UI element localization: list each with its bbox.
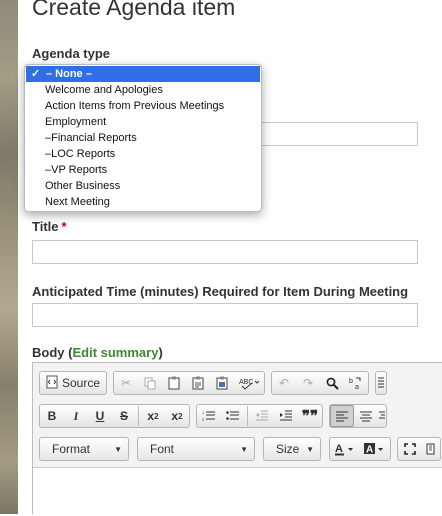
paste-text-icon[interactable] — [186, 372, 210, 394]
paste-icon[interactable] — [162, 372, 186, 394]
replace-icon[interactable]: ba — [344, 372, 368, 394]
more-group — [375, 371, 388, 395]
outdent-icon[interactable] — [250, 405, 274, 427]
svg-text:a: a — [355, 384, 359, 390]
background-photo — [0, 0, 18, 514]
page-title: Create Agenda item — [32, 0, 236, 20]
chevron-down-icon: ▼ — [306, 444, 314, 454]
dropdown-option[interactable]: Next Meeting — [25, 194, 261, 210]
italic-icon[interactable]: I — [64, 405, 88, 427]
text-color-button[interactable]: A — [330, 438, 360, 460]
list-group: 12 ❞❞ — [196, 404, 323, 428]
svg-text:1: 1 — [202, 410, 205, 415]
format-dropdown[interactable]: Format ▼ — [39, 437, 129, 461]
agenda-type-label: Agenda type — [32, 46, 111, 61]
dropdown-option[interactable]: –Financial Reports — [25, 130, 261, 146]
chevron-down-icon: ▼ — [240, 444, 248, 454]
toolbar-row-2: B I U S x2 x2 12 ❞❞ — [39, 403, 387, 429]
font-dropdown[interactable]: Font ▼ — [137, 437, 255, 461]
paste-word-icon[interactable] — [210, 372, 234, 394]
copy-icon[interactable] — [138, 372, 162, 394]
background-color-button[interactable]: A — [360, 438, 390, 460]
source-icon — [46, 375, 58, 392]
size-label: Size — [276, 442, 300, 456]
undo-icon[interactable]: ↶ — [272, 372, 296, 394]
separator — [138, 406, 139, 426]
editor-content-area[interactable] — [33, 467, 442, 516]
dropdown-option[interactable]: Action Items from Previous Meetings — [25, 98, 261, 114]
source-group: Source — [39, 371, 108, 395]
toolbar-row-1: Source ✂ ABC ↶ ↷ b a — [39, 370, 388, 396]
format-label: Format — [52, 442, 91, 456]
blockquote-icon[interactable]: ❞❞ — [298, 405, 322, 427]
source-label: Source — [62, 376, 101, 390]
maximize-icon[interactable] — [398, 438, 422, 460]
view-group — [397, 437, 441, 461]
align-right-icon[interactable] — [378, 405, 386, 427]
clipboard-group: ✂ ABC — [113, 371, 266, 395]
svg-text:ABC: ABC — [239, 379, 253, 386]
dropdown-option[interactable]: Employment — [25, 114, 261, 130]
redo-icon[interactable]: ↷ — [296, 372, 320, 394]
svg-text:2: 2 — [202, 417, 205, 422]
color-group: A A — [329, 437, 391, 461]
text-style-group: B I U S x2 x2 — [39, 404, 190, 428]
spellcheck-icon[interactable]: ABC — [234, 372, 264, 394]
undo-group: ↶ ↷ ba — [271, 371, 370, 395]
svg-text:b: b — [349, 378, 353, 385]
superscript-icon[interactable]: x2 — [165, 405, 189, 427]
select-all-icon[interactable] — [376, 372, 386, 394]
dropdown-option[interactable]: Welcome and Apologies — [25, 82, 261, 98]
agenda-type-dropdown-list[interactable]: ✓ – None – Welcome and Apologies Action … — [24, 64, 262, 212]
dropdown-option-none[interactable]: ✓ – None – — [26, 66, 260, 82]
svg-text:A: A — [335, 443, 343, 455]
font-label: Font — [150, 442, 175, 456]
subscript-icon[interactable]: x2 — [141, 405, 165, 427]
size-dropdown[interactable]: Size ▼ — [263, 437, 321, 461]
underline-icon[interactable]: U — [88, 405, 112, 427]
source-button[interactable]: Source — [40, 372, 106, 394]
dropdown-option[interactable]: Other Business — [25, 178, 261, 194]
page-content: Create Agenda item Agenda type Title * An… — [18, 0, 442, 516]
align-left-icon[interactable] — [330, 405, 354, 427]
numbered-list-icon[interactable]: 12 — [197, 405, 221, 427]
separator — [247, 406, 248, 426]
rich-text-editor: Source ✂ ABC ↶ ↷ b a B I U S x 2 x 2 1 2… — [32, 362, 442, 516]
title-input[interactable] — [32, 240, 418, 264]
toolbar-row-3: Format ▼ Font ▼ Size ▼ A A — [39, 436, 441, 462]
edit-summary-link[interactable]: Edit summary — [72, 345, 158, 360]
anticipated-time-input[interactable] — [32, 303, 418, 327]
align-group — [329, 404, 387, 428]
find-icon[interactable] — [320, 372, 344, 394]
align-center-icon[interactable] — [354, 405, 378, 427]
title-label: Title * — [32, 219, 67, 234]
cut-icon[interactable]: ✂ — [114, 372, 138, 394]
svg-text:A: A — [366, 445, 373, 456]
body-label: Body (Edit summary) — [32, 345, 163, 360]
dropdown-option[interactable]: –LOC Reports — [25, 146, 261, 162]
indent-icon[interactable] — [274, 405, 298, 427]
chevron-down-icon: ▼ — [114, 444, 122, 454]
show-blocks-icon[interactable] — [422, 438, 440, 460]
bullet-list-icon[interactable] — [221, 405, 245, 427]
bold-icon[interactable]: B — [40, 405, 64, 427]
dropdown-option[interactable]: –VP Reports — [25, 162, 261, 178]
anticipated-time-label: Anticipated Time (minutes) Required for … — [32, 284, 409, 299]
checkmark-icon: ✓ — [31, 68, 41, 80]
strikethrough-icon[interactable]: S — [112, 405, 136, 427]
required-mark: * — [61, 219, 67, 234]
